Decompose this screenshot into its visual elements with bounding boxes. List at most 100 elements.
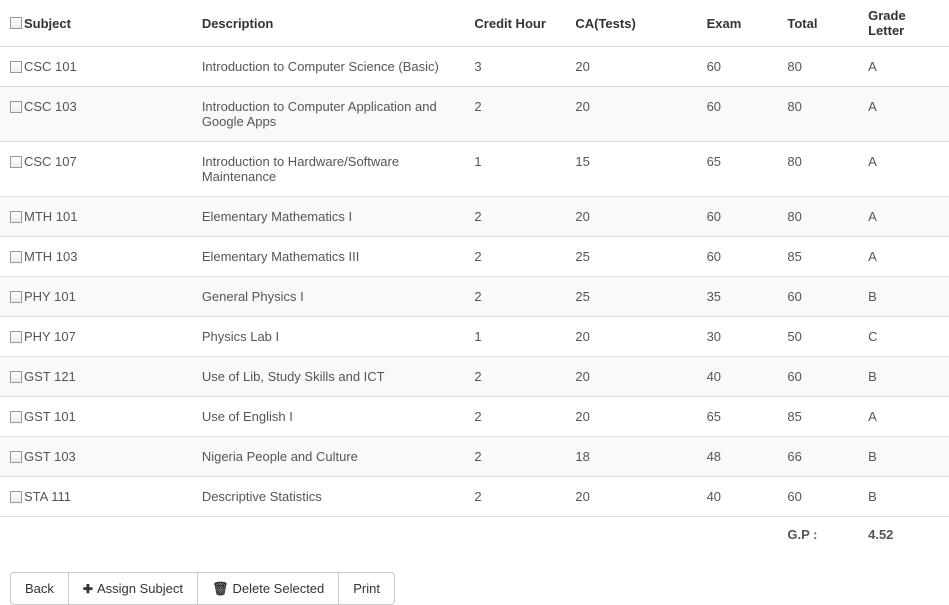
subject-code: GST 101 — [24, 409, 76, 424]
ca-score: 20 — [565, 397, 696, 437]
exam-score: 35 — [697, 277, 778, 317]
grade-letter: A — [858, 197, 949, 237]
total-score: 85 — [777, 397, 858, 437]
subject-code: MTH 103 — [24, 249, 77, 264]
subject-description: Introduction to Computer Science (Basic) — [192, 47, 465, 87]
table-row: PHY 101 General Physics I 2 25 35 60 B — [0, 277, 949, 317]
exam-score: 60 — [697, 237, 778, 277]
table-row: GST 121 Use of Lib, Study Skills and ICT… — [0, 357, 949, 397]
credit-hour: 2 — [464, 197, 565, 237]
credit-hour: 3 — [464, 47, 565, 87]
delete-selected-label: Delete Selected — [232, 581, 324, 596]
subject-code: GST 103 — [24, 449, 76, 464]
exam-score: 48 — [697, 437, 778, 477]
select-all-checkbox[interactable] — [10, 17, 22, 29]
row-checkbox[interactable] — [10, 61, 22, 73]
print-button-label: Print — [353, 581, 380, 596]
ca-score: 20 — [565, 47, 696, 87]
exam-score: 40 — [697, 357, 778, 397]
grades-table: Subject Description Credit Hour CA(Tests… — [0, 0, 949, 552]
subject-code: CSC 101 — [24, 59, 77, 74]
subject-description: Physics Lab I — [192, 317, 465, 357]
row-checkbox[interactable] — [10, 371, 22, 383]
total-score: 66 — [777, 437, 858, 477]
ca-score: 20 — [565, 87, 696, 142]
exam-score: 60 — [697, 47, 778, 87]
row-checkbox[interactable] — [10, 331, 22, 343]
print-button[interactable]: Print — [338, 572, 395, 605]
plus-icon — [83, 582, 93, 595]
grade-letter: A — [858, 47, 949, 87]
credit-hour: 2 — [464, 437, 565, 477]
subject-description: Use of Lib, Study Skills and ICT — [192, 357, 465, 397]
row-checkbox[interactable] — [10, 291, 22, 303]
exam-score: 60 — [697, 87, 778, 142]
subject-description: Elementary Mathematics III — [192, 237, 465, 277]
total-score: 60 — [777, 357, 858, 397]
exam-score: 40 — [697, 477, 778, 517]
trash-icon — [212, 582, 229, 595]
row-checkbox[interactable] — [10, 101, 22, 113]
header-subject: Subject — [24, 16, 71, 31]
credit-hour: 2 — [464, 397, 565, 437]
subject-code: MTH 101 — [24, 209, 77, 224]
table-row: GST 101 Use of English I 2 20 65 85 A — [0, 397, 949, 437]
back-button-label: Back — [25, 581, 54, 596]
row-checkbox[interactable] — [10, 251, 22, 263]
assign-subject-button[interactable]: Assign Subject — [68, 572, 197, 605]
exam-score: 65 — [697, 142, 778, 197]
gp-label: G.P : — [777, 517, 858, 553]
table-row: CSC 101 Introduction to Computer Science… — [0, 47, 949, 87]
subject-description: Introduction to Computer Application and… — [192, 87, 465, 142]
ca-score: 20 — [565, 477, 696, 517]
subject-code: GST 121 — [24, 369, 76, 384]
subject-code: STA 111 — [24, 489, 71, 504]
total-score: 85 — [777, 237, 858, 277]
table-row: MTH 103 Elementary Mathematics III 2 25 … — [0, 237, 949, 277]
exam-score: 60 — [697, 197, 778, 237]
header-credit-hour: Credit Hour — [464, 0, 565, 47]
grade-letter: A — [858, 142, 949, 197]
ca-score: 20 — [565, 317, 696, 357]
exam-score: 65 — [697, 397, 778, 437]
row-checkbox[interactable] — [10, 491, 22, 503]
subject-description: General Physics I — [192, 277, 465, 317]
credit-hour: 2 — [464, 237, 565, 277]
subject-code: PHY 101 — [24, 289, 76, 304]
back-button[interactable]: Back — [10, 572, 68, 605]
ca-score: 20 — [565, 197, 696, 237]
ca-score: 25 — [565, 237, 696, 277]
total-score: 60 — [777, 277, 858, 317]
button-bar: Back Assign Subject Delete Selected Prin… — [0, 572, 949, 605]
total-score: 80 — [777, 87, 858, 142]
grade-letter: B — [858, 277, 949, 317]
subject-description: Use of English I — [192, 397, 465, 437]
header-grade: Grade Letter — [858, 0, 949, 47]
ca-score: 20 — [565, 357, 696, 397]
subject-description: Elementary Mathematics I — [192, 197, 465, 237]
subject-code: CSC 103 — [24, 99, 77, 114]
subject-code: CSC 107 — [24, 154, 77, 169]
subject-description: Nigeria People and Culture — [192, 437, 465, 477]
total-score: 80 — [777, 197, 858, 237]
grade-letter: B — [858, 437, 949, 477]
table-row: CSC 103 Introduction to Computer Applica… — [0, 87, 949, 142]
header-description: Description — [192, 0, 465, 47]
credit-hour: 2 — [464, 277, 565, 317]
grade-letter: A — [858, 397, 949, 437]
header-exam: Exam — [697, 0, 778, 47]
subject-code: PHY 107 — [24, 329, 76, 344]
row-checkbox[interactable] — [10, 211, 22, 223]
gp-value: 4.52 — [858, 517, 949, 553]
row-checkbox[interactable] — [10, 451, 22, 463]
delete-selected-button[interactable]: Delete Selected — [197, 572, 338, 605]
total-score: 80 — [777, 47, 858, 87]
gp-row: G.P : 4.52 — [0, 517, 949, 553]
ca-score: 25 — [565, 277, 696, 317]
credit-hour: 1 — [464, 317, 565, 357]
grade-letter: A — [858, 237, 949, 277]
row-checkbox[interactable] — [10, 411, 22, 423]
total-score: 60 — [777, 477, 858, 517]
row-checkbox[interactable] — [10, 156, 22, 168]
credit-hour: 2 — [464, 477, 565, 517]
